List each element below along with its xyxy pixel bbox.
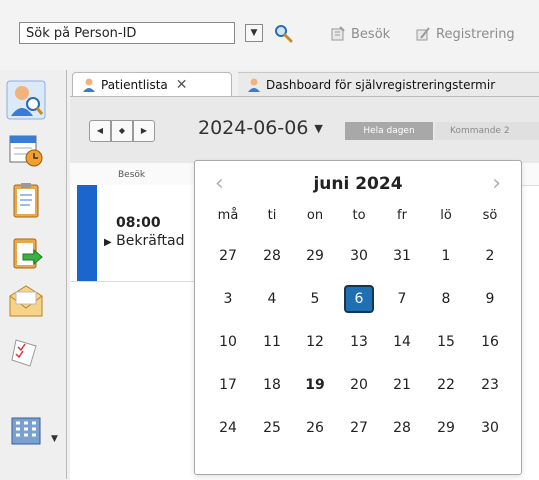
registration-label: Registrering [436, 26, 515, 42]
calendar-day[interactable]: 23 [475, 371, 505, 399]
calendar-day[interactable]: 30 [344, 242, 374, 270]
visit-button[interactable]: Besök [330, 24, 390, 44]
calendar-day[interactable]: 1 [431, 242, 461, 270]
calendar-day-selected[interactable]: 6 [344, 285, 374, 313]
checklist-icon[interactable] [6, 332, 46, 372]
calendar-day[interactable]: 10 [213, 328, 243, 356]
chevron-down-icon: ▼ [314, 121, 323, 135]
calendar-day[interactable]: 31 [387, 242, 417, 270]
registration-button[interactable]: Registrering [415, 24, 515, 44]
building-icon[interactable] [6, 410, 46, 450]
table-row[interactable]: 08:00 ▶ Bekräftad [70, 185, 200, 282]
mail-icon[interactable] [6, 282, 46, 322]
calendar-month-title: juni 2024 [313, 174, 403, 194]
weekday-header: lö [440, 208, 452, 223]
calendar-day[interactable]: 12 [300, 328, 330, 356]
calendar-popup: ‹ juni 2024 › må ti on to fr lö sö 27 28 29 30 31 1 2… [194, 160, 522, 475]
registration-icon [416, 27, 430, 41]
calendar-day[interactable]: 16 [475, 328, 505, 356]
person-id-search-input[interactable] [19, 22, 235, 44]
calendar-day[interactable]: 22 [431, 371, 461, 399]
column-header-visit[interactable]: Besök [118, 170, 145, 180]
calendar-day[interactable]: 27 [344, 414, 374, 442]
tab-patientlista-label: Patientlista [101, 77, 168, 92]
search-icon[interactable] [272, 23, 294, 43]
calendar-day[interactable]: 21 [387, 371, 417, 399]
calendar-day[interactable]: 25 [257, 414, 287, 442]
weekday-header: ti [267, 208, 277, 223]
top-toolbar: ▼ Besök Registrering [0, 0, 539, 70]
visit-status: ▶ Bekräftad [104, 233, 184, 249]
calendar-day[interactable]: 27 [213, 242, 243, 270]
weekday-header: må [217, 208, 239, 223]
calendar-day[interactable]: 28 [387, 414, 417, 442]
status-label: Bekräftad [116, 233, 185, 249]
calendar-day[interactable]: 26 [300, 414, 330, 442]
calendar-day[interactable]: 18 [257, 371, 287, 399]
calendar-day[interactable]: 11 [257, 328, 287, 356]
today-button[interactable]: ◆ [111, 120, 133, 142]
calendar-day[interactable]: 7 [387, 285, 417, 313]
patient-list-icon [83, 78, 95, 92]
transfer-icon[interactable] [6, 232, 46, 272]
calendar-day[interactable]: 29 [431, 414, 461, 442]
rail-more-dropdown-icon[interactable]: ▼ [51, 434, 58, 444]
tab-dashboard-label: Dashboard för självregistreringstermir [266, 77, 496, 92]
segment-upcoming[interactable]: Kommande 2 [435, 122, 539, 140]
calendar-day[interactable]: 13 [344, 328, 374, 356]
patient-search-icon[interactable] [6, 80, 46, 120]
tab-dashboard[interactable]: Dashboard för självregistreringstermir [238, 72, 539, 96]
calendar-day[interactable]: 9 [475, 285, 505, 313]
calendar-day[interactable]: 30 [475, 414, 505, 442]
clipboard-icon[interactable] [6, 180, 46, 220]
weekday-header: to [352, 208, 366, 223]
dashboard-tab-icon [248, 78, 260, 92]
calendar-day[interactable]: 8 [431, 285, 461, 313]
calendar-day[interactable]: 29 [300, 242, 330, 270]
calendar-day[interactable]: 24 [213, 414, 243, 442]
visit-time: 08:00 [116, 215, 161, 231]
tab-close-icon[interactable]: ✕ [176, 77, 188, 93]
previous-day-button[interactable]: ◀ [89, 120, 111, 142]
calendar-day[interactable]: 20 [344, 371, 374, 399]
visit-label: Besök [351, 26, 391, 42]
tab-bar: Patientlista ✕ Dashboard för självregist… [70, 70, 539, 96]
calendar-day[interactable]: 5 [300, 285, 330, 313]
search-dropdown-button[interactable]: ▼ [245, 24, 263, 42]
selected-date: 2024-06-06 [198, 117, 309, 139]
date-picker-button[interactable]: 2024-06-06 ▼ [198, 117, 323, 139]
expand-arrow-icon[interactable]: ▶ [104, 237, 112, 248]
weekday-header: fr [397, 208, 407, 223]
calendar-day[interactable]: 3 [213, 285, 243, 313]
calendar-day[interactable]: 28 [257, 242, 287, 270]
tab-patientlista[interactable]: Patientlista ✕ [72, 72, 232, 96]
weekday-header: on [306, 208, 324, 223]
calendar-day[interactable]: 14 [387, 328, 417, 356]
weekday-header: sö [482, 208, 498, 223]
left-icon-rail: ▼ [0, 70, 67, 479]
calendar-day[interactable]: 15 [431, 328, 461, 356]
calendar-clock-icon[interactable] [6, 130, 46, 170]
segment-all-day[interactable]: Hela dagen [345, 122, 433, 140]
calendar-day[interactable]: 4 [257, 285, 287, 313]
calendar-day[interactable]: 17 [213, 371, 243, 399]
status-color-bar [77, 185, 97, 281]
calendar-day[interactable]: 19 [300, 371, 330, 399]
date-navigation-bar: ◀ ◆ ▶ 2024-06-06 ▼ Hela dagen Kommande 2 [70, 97, 539, 163]
next-month-icon[interactable]: › [492, 171, 501, 196]
next-day-button[interactable]: ▶ [133, 120, 155, 142]
visit-icon [331, 26, 345, 41]
calendar-day[interactable]: 2 [475, 242, 505, 270]
